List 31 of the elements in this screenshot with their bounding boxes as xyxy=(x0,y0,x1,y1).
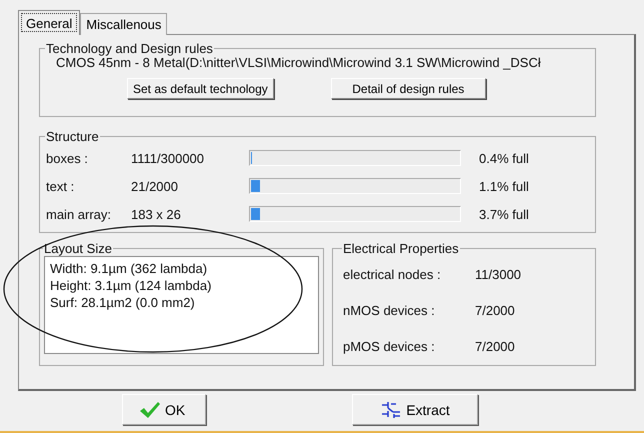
row-label: nMOS devices : xyxy=(343,302,436,318)
group-title: Technology and Design rules xyxy=(45,41,214,56)
size-line: Width: 9.1µm (362 lambda) xyxy=(50,260,208,277)
dialog-button[interactable]: Set as default technology xyxy=(127,78,274,99)
row-label: boxes : xyxy=(46,150,89,166)
row-label: text : xyxy=(46,178,76,194)
percent-reading: 0.4% full xyxy=(479,150,529,166)
row-value: 11/3000 xyxy=(475,266,522,282)
ok-button[interactable]: OK xyxy=(122,394,206,425)
group-title: Structure xyxy=(45,129,100,144)
tab[interactable]: Miscallenous xyxy=(80,13,168,35)
dialog-button[interactable]: Detail of design rules xyxy=(330,78,486,99)
circuit-icon xyxy=(380,400,402,420)
row-value: 7/2000 xyxy=(475,338,515,354)
row-label: main array: xyxy=(46,206,112,222)
technology-path: CMOS 45nm - 8 Metal(D:\nitter\VLSI\Microwind\Microwind 3.1 SW\Microwind _DSCł xyxy=(56,55,542,70)
row-value: 7/2000 xyxy=(475,302,515,318)
row-value: 1111/300000 xyxy=(131,150,206,166)
extract-button[interactable]: Extract xyxy=(352,394,478,425)
group-title: Layout Size xyxy=(43,241,113,256)
group-title: Electrical Properties xyxy=(342,241,460,256)
tab[interactable]: General xyxy=(18,10,80,35)
check-icon xyxy=(139,400,161,418)
row-value: 21/2000 xyxy=(131,178,179,194)
percent-reading: 1.1% full xyxy=(479,178,529,194)
size-line: Height: 3.1µm (124 lambda) xyxy=(50,277,212,294)
row-label: electrical nodes : xyxy=(343,266,442,282)
row-label: pMOS devices : xyxy=(343,338,436,354)
row-value: 183 x 26 xyxy=(131,206,182,222)
percent-reading: 3.7% full xyxy=(479,206,529,222)
size-line: Surf: 28.1µm2 (0.0 mm2) xyxy=(50,294,196,311)
